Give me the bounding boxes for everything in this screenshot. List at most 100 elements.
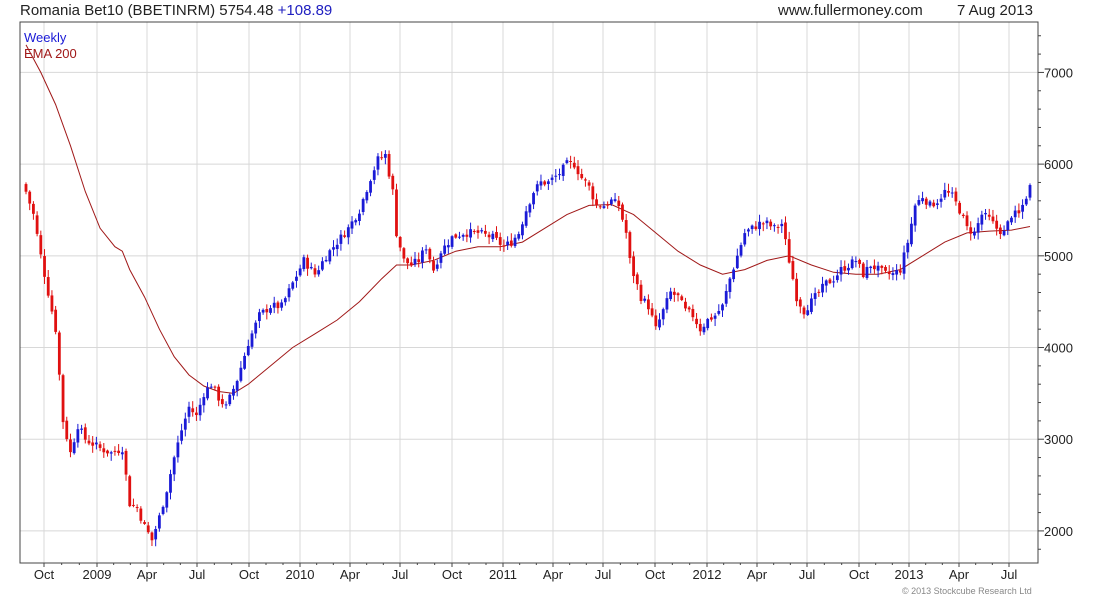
candle — [354, 218, 358, 226]
candle-body — [383, 154, 387, 158]
candle — [165, 491, 169, 513]
candle-body — [35, 215, 39, 234]
candle — [832, 275, 836, 288]
candle-body — [454, 234, 458, 238]
candle — [461, 233, 465, 241]
candle-body — [161, 506, 165, 514]
candle-body — [83, 427, 87, 440]
candle-body — [532, 193, 535, 205]
candle-body — [328, 250, 332, 262]
candle — [128, 474, 132, 508]
candle — [339, 230, 343, 251]
candle-body — [795, 278, 798, 302]
candle — [206, 382, 209, 401]
candle-body — [406, 258, 409, 264]
candle — [350, 216, 354, 235]
candle-body — [313, 268, 317, 275]
candle-body — [958, 202, 962, 214]
candle — [324, 256, 328, 263]
candle-body — [932, 202, 936, 207]
candle-body — [776, 226, 780, 228]
candle-body — [250, 333, 254, 347]
candle — [643, 295, 647, 303]
candle — [83, 423, 87, 444]
candle — [421, 247, 424, 269]
candle — [895, 264, 899, 281]
candle — [317, 265, 321, 277]
candle-body — [572, 162, 576, 168]
candle — [546, 179, 550, 190]
candle-body — [398, 236, 402, 248]
candle-body — [513, 237, 517, 247]
candle-body — [339, 234, 343, 244]
candle-body — [80, 428, 83, 430]
candle — [869, 265, 873, 274]
candle — [283, 296, 287, 306]
candle-body — [472, 230, 476, 232]
candle — [272, 296, 276, 314]
candle-body — [72, 442, 76, 454]
candle — [739, 242, 743, 258]
candle — [791, 255, 795, 281]
candle — [1024, 196, 1028, 207]
candle — [935, 199, 939, 210]
candle-body — [309, 266, 313, 269]
candle — [1021, 199, 1024, 219]
candle — [358, 209, 361, 226]
legend-item: Weekly — [24, 30, 67, 45]
candle-body — [458, 236, 461, 238]
candle-body — [906, 242, 910, 253]
candle-body — [858, 259, 861, 264]
candle — [424, 244, 428, 255]
y-tick-label: 2000 — [1044, 524, 1073, 539]
candle — [521, 221, 524, 240]
candle — [702, 323, 706, 335]
candle-body — [258, 312, 261, 322]
candle — [1017, 203, 1021, 218]
candle-body — [695, 318, 698, 325]
candle-body — [884, 266, 887, 271]
candle — [584, 177, 587, 187]
candle-body — [935, 203, 939, 205]
candle-body — [902, 252, 906, 274]
candle — [217, 384, 221, 407]
candle — [876, 261, 880, 278]
candle-body — [713, 315, 717, 319]
candle — [787, 231, 791, 264]
candle — [65, 416, 69, 442]
candle-body — [183, 418, 187, 430]
candle-body — [628, 232, 632, 258]
candle-body — [128, 476, 132, 507]
candle — [61, 373, 65, 429]
candle — [265, 304, 269, 320]
candle — [750, 224, 754, 234]
candle-body — [1006, 221, 1010, 231]
candles-layer — [24, 150, 1032, 547]
candle — [28, 190, 32, 211]
candle — [606, 201, 610, 209]
candle — [258, 308, 261, 329]
candle — [220, 394, 224, 408]
candle — [372, 166, 376, 185]
candle — [76, 423, 80, 448]
candle — [1010, 216, 1013, 225]
candle-body — [432, 260, 435, 271]
candle-body — [157, 515, 161, 529]
candle-body — [380, 157, 384, 159]
x-tick-label: Apr — [340, 567, 361, 582]
candle — [780, 219, 784, 234]
candle-body — [50, 295, 54, 312]
candle — [402, 247, 406, 263]
candle — [254, 320, 258, 339]
candle — [180, 423, 184, 445]
candle-body — [94, 442, 98, 445]
candle-body — [24, 184, 28, 192]
candle — [72, 438, 76, 455]
candle-body — [824, 280, 828, 286]
candle-body — [61, 375, 65, 423]
candle — [554, 168, 558, 183]
candle — [391, 173, 395, 195]
candle — [395, 183, 398, 238]
candle — [687, 305, 691, 313]
candle — [769, 219, 773, 231]
